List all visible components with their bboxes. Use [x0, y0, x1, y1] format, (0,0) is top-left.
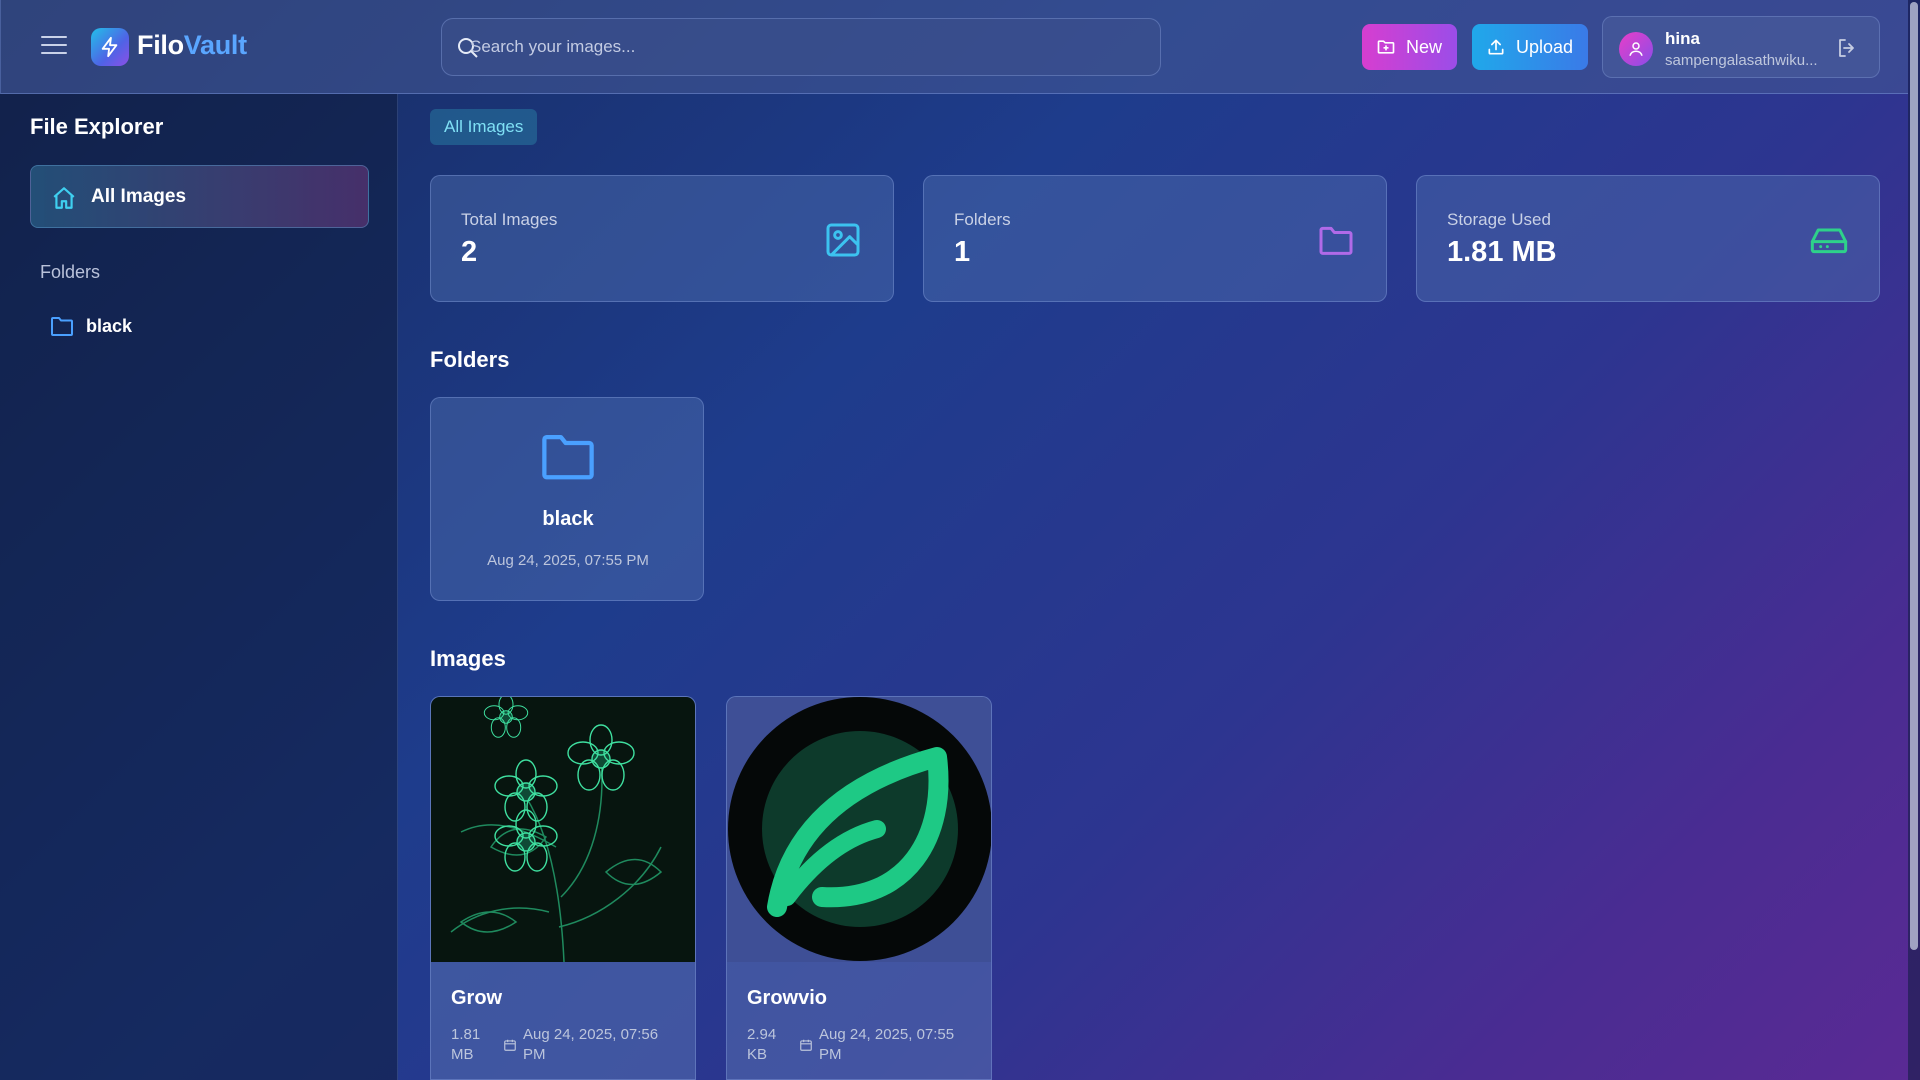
sidebar-title: File Explorer — [30, 114, 164, 139]
logo-text-part2: Vault — [183, 30, 247, 60]
stat-card-storage-used: Storage Used 1.81 MB — [1416, 175, 1880, 302]
image-card-grow[interactable]: Grow 1.81 MB Aug 24, 2025, 07:56 PM — [430, 696, 696, 1080]
image-card-date: Aug 24, 2025, 07:55 PM — [819, 1026, 955, 1063]
folder-card-date: Aug 24, 2025, 07:55 PM — [487, 552, 649, 569]
home-icon — [53, 187, 75, 209]
menu-icon[interactable] — [41, 36, 67, 58]
user-email: sampengalasathwiku... — [1665, 52, 1818, 69]
calendar-icon — [800, 1039, 812, 1051]
search-box — [441, 18, 1161, 76]
stat-label: Storage Used — [1447, 210, 1551, 229]
search-input[interactable] — [462, 19, 1142, 75]
calendar-icon — [504, 1039, 516, 1051]
stat-label: Folders — [954, 210, 1011, 229]
folders-section-title: Folders — [430, 347, 510, 372]
image-card-size: 2.94 KB — [747, 1026, 777, 1063]
app-logo-text: FiloVault — [137, 30, 247, 61]
images-section-title: Images — [430, 646, 506, 671]
folder-plus-icon — [1377, 40, 1395, 54]
stat-value: 2 — [461, 236, 478, 268]
sidebar-item-folder-black[interactable]: black — [50, 311, 132, 341]
image-thumbnail-leaf-logo — [727, 697, 991, 962]
new-folder-button[interactable]: New — [1362, 24, 1457, 70]
image-icon — [826, 223, 860, 257]
upload-icon — [1488, 39, 1504, 55]
user-profile-card: hina sampengalasathwiku... — [1602, 16, 1880, 78]
logo-bolt-icon — [91, 28, 129, 66]
user-name: hina — [1665, 29, 1700, 48]
user-avatar-icon — [1619, 32, 1653, 66]
stat-value: 1.81 MB — [1447, 236, 1557, 268]
top-header: FiloVault New Upload hina sampengalasath… — [0, 0, 1908, 94]
logo-text-part1: Filo — [137, 30, 184, 60]
image-card-size: 1.81 MB — [451, 1026, 481, 1063]
image-card-name: Grow — [451, 987, 503, 1009]
scrollbar-thumb[interactable] — [1910, 2, 1918, 950]
folder-card-name: black — [542, 508, 594, 530]
image-card-growvio[interactable]: Growvio 2.94 KB Aug 24, 2025, 07:55 PM — [726, 696, 992, 1080]
page-scrollbar[interactable] — [1908, 0, 1920, 1080]
new-button-label: New — [1406, 36, 1443, 57]
logout-icon[interactable] — [1835, 36, 1859, 60]
hard-drive-icon — [1810, 228, 1848, 254]
folder-icon — [542, 434, 594, 480]
sidebar-folders-heading: Folders — [40, 262, 101, 282]
sidebar-item-label: All Images — [91, 186, 187, 207]
folder-icon — [51, 317, 73, 336]
stat-value: 1 — [954, 236, 971, 268]
sidebar-folder-label: black — [86, 315, 133, 336]
breadcrumb-all-images[interactable]: All Images — [430, 109, 538, 145]
folder-card-black[interactable]: black Aug 24, 2025, 07:55 PM — [430, 397, 704, 601]
sidebar: File Explorer All Images Folders black — [0, 94, 398, 1080]
stat-card-folders: Folders 1 — [923, 175, 1387, 302]
folder-icon — [1319, 226, 1353, 255]
stat-label: Total Images — [461, 210, 558, 229]
sidebar-item-all-images[interactable]: All Images — [30, 165, 369, 228]
image-card-date: Aug 24, 2025, 07:56 PM — [523, 1026, 659, 1063]
upload-button-label: Upload — [1516, 36, 1574, 57]
image-card-name: Growvio — [747, 987, 828, 1009]
image-thumbnail-flowers — [431, 697, 695, 962]
stat-card-total-images: Total Images 2 — [430, 175, 894, 302]
upload-button[interactable]: Upload — [1472, 24, 1588, 70]
